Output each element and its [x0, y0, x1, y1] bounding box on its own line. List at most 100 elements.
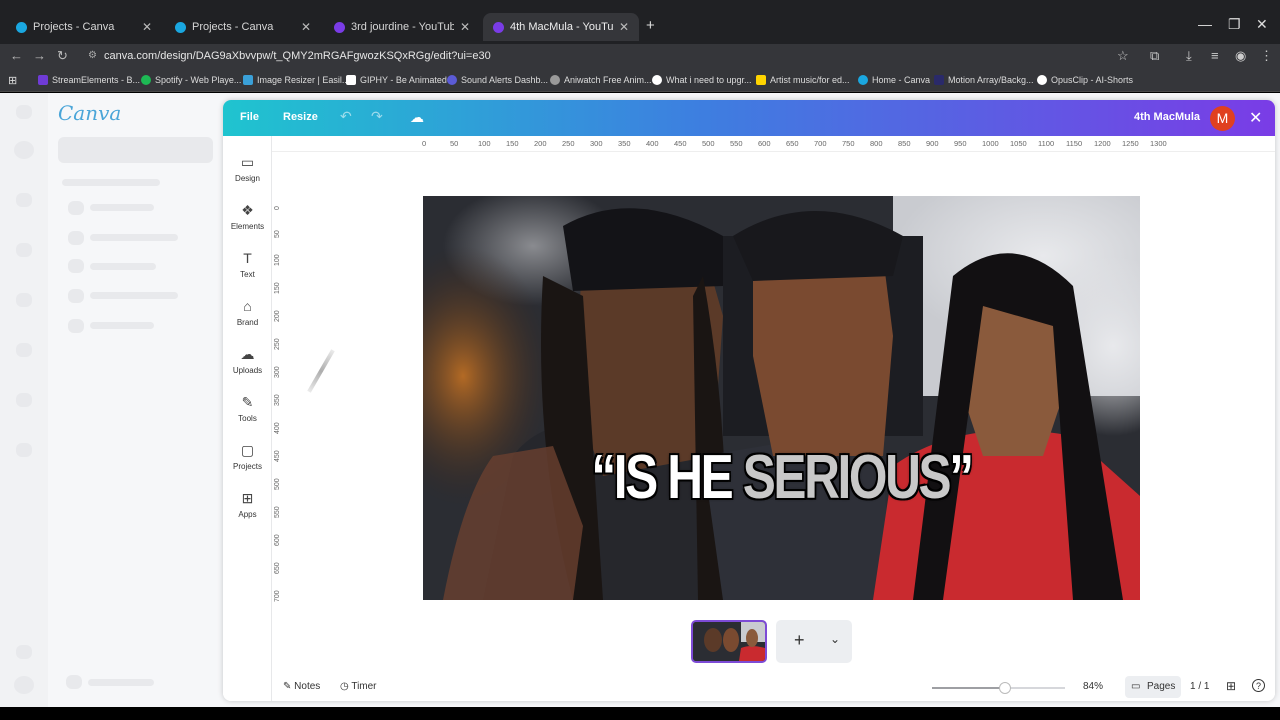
ruler-tick-label: 600 — [758, 139, 771, 148]
bookmark-aniwatch[interactable]: Aniwatch Free Anim... — [550, 73, 652, 87]
close-icon[interactable]: ✕ — [1249, 108, 1262, 128]
ruler-tick-label: 100 — [274, 254, 281, 266]
minimize-icon[interactable]: — — [1198, 16, 1212, 32]
ruler-tick-label: 650 — [274, 562, 281, 574]
tab-projects-1[interactable]: Projects - Canva ✕ — [6, 13, 162, 41]
bookmark-label: Spotify - Web Playe... — [155, 75, 242, 85]
help-icon[interactable]: ? — [1252, 679, 1265, 692]
ruler-tick-label: 300 — [590, 139, 603, 148]
bookmark-streamelements[interactable]: StreamElements - B... — [38, 73, 140, 87]
ruler-tick-label: 0 — [274, 206, 281, 210]
tab-projects-2[interactable]: Projects - Canva ✕ — [165, 13, 321, 41]
undo-icon[interactable]: ↶ — [340, 108, 352, 125]
maximize-icon[interactable]: ❐ — [1228, 16, 1241, 33]
tab-4th-macmula[interactable]: 4th MacMula - YouTube Thumb ✕ — [483, 13, 639, 41]
rail-item-design[interactable]: ▭ Design — [223, 154, 272, 183]
url-field[interactable]: ⚙ canva.com/design/DAG9aXbvvpw/t_QMY2mRG… — [84, 47, 1134, 65]
ruler-tick-label: 1000 — [982, 139, 999, 148]
apps-grid-icon[interactable]: ⊞ — [8, 73, 17, 87]
horizontal-ruler: 0 50 100 150 200 250 300 350 400 450 500 550 600 650 7… — [272, 136, 1275, 152]
design-title[interactable]: 4th MacMula — [1134, 111, 1200, 123]
resize-button[interactable]: Resize — [283, 111, 318, 123]
rail-item-projects[interactable]: ▢ Projects — [223, 442, 272, 471]
ruler-tick-label: 450 — [274, 450, 281, 462]
bookmark-favicon-icon — [447, 75, 457, 85]
bookmark-image-resizer[interactable]: Image Resizer | Easil... — [243, 73, 349, 87]
ruler-tick-label: 550 — [730, 139, 743, 148]
notes-icon: ✎ — [283, 681, 295, 692]
bookmark-favicon-icon — [346, 75, 356, 85]
file-menu-button[interactable]: File — [240, 111, 259, 123]
profile-icon[interactable]: ◉ — [1235, 48, 1246, 64]
forward-icon[interactable]: → — [33, 48, 46, 63]
bookmark-upgrade[interactable]: What i need to upgr... — [652, 73, 752, 87]
zoom-level[interactable]: 84% — [1083, 681, 1103, 692]
bookmark-favicon-icon — [141, 75, 151, 85]
loading-placeholder — [90, 204, 154, 211]
timer-button[interactable]: ◷ Timer — [340, 681, 377, 692]
bookmark-label: OpusClip - AI-Shorts — [1051, 75, 1134, 85]
notes-button[interactable]: ✎ Notes — [283, 681, 320, 692]
reload-icon[interactable]: ↻ — [57, 48, 68, 64]
rail-item-uploads[interactable]: ☁ Uploads — [223, 346, 272, 375]
rail-item-apps[interactable]: ⊞ Apps — [223, 490, 272, 519]
rail-item-elements[interactable]: ❖ Elements — [223, 202, 272, 231]
chevron-down-icon[interactable]: ⌄ — [830, 632, 840, 646]
redo-icon[interactable]: ↷ — [371, 108, 383, 125]
pages-button[interactable]: ▭ Pages — [1125, 676, 1181, 698]
ruler-tick-label: 650 — [786, 139, 799, 148]
bookmark-label: Sound Alerts Dashb... — [461, 75, 549, 85]
projects-icon: ▢ — [240, 442, 255, 458]
bookmark-sound-alerts[interactable]: Sound Alerts Dashb... — [447, 73, 548, 87]
timer-icon: ◷ — [340, 681, 352, 692]
download-icon[interactable]: ⤓ — [1186, 48, 1192, 64]
bookmark-star-icon[interactable]: ☆ — [1117, 48, 1129, 64]
add-page-button[interactable]: + ⌄ — [776, 620, 852, 663]
ruler-tick-label: 350 — [618, 139, 631, 148]
design-canvas[interactable]: “IS HE SERIOUS” — [423, 196, 1140, 600]
menu-icon[interactable]: ⋮ — [1260, 48, 1273, 64]
bookmark-giphy[interactable]: GIPHY - Be Animated — [346, 73, 447, 87]
add-icon[interactable]: + — [794, 630, 805, 651]
zoom-slider[interactable] — [932, 682, 1065, 694]
cloud-save-icon[interactable]: ☁ — [410, 109, 424, 126]
screen-cast-icon[interactable]: ⧉ — [1150, 48, 1159, 64]
thumbnail-headline[interactable]: “IS HE SERIOUS” — [495, 442, 1069, 513]
loading-placeholder — [58, 137, 213, 163]
rail-item-tools[interactable]: ✎ Tools — [223, 394, 272, 423]
loading-placeholder — [68, 201, 84, 215]
notes-label: Notes — [294, 681, 321, 692]
page-thumbnail[interactable] — [691, 620, 767, 663]
rail-item-text[interactable]: T Text — [223, 250, 272, 279]
back-icon[interactable]: ← — [10, 48, 23, 63]
pages-label: Pages — [1147, 681, 1176, 692]
rail-item-brand[interactable]: ⌂ Brand — [223, 298, 272, 327]
grid-view-icon[interactable]: ⊞ — [1226, 679, 1236, 693]
brush-stroke-element[interactable] — [307, 349, 335, 393]
tab-close-icon[interactable]: ✕ — [301, 20, 311, 34]
tab-3rd-jourdine[interactable]: 3rd jourdine - YouTube Thumb ✕ — [324, 13, 480, 41]
new-tab-button[interactable]: + — [646, 17, 655, 34]
heart-favicon-icon — [334, 21, 345, 33]
ruler-tick-label: 1300 — [1150, 139, 1167, 148]
brand-icon: ⌂ — [243, 298, 252, 314]
tab-close-icon[interactable]: ✕ — [460, 20, 470, 34]
canva-favicon-icon — [175, 21, 186, 33]
bookmark-opusclip[interactable]: OpusClip - AI-Shorts — [1037, 73, 1133, 87]
zoom-slider-handle[interactable] — [999, 682, 1012, 694]
ruler-tick-label: 800 — [870, 139, 883, 148]
bookmark-artist-music[interactable]: Artist music/for ed... — [756, 73, 850, 87]
bookmark-home-canva[interactable]: Home - Canva — [858, 73, 930, 87]
tab-close-icon[interactable]: ✕ — [142, 20, 152, 34]
editor-header: File Resize ↶ ↷ ☁ 4th MacMula M ✕ — [223, 100, 1275, 136]
ruler-tick-label: 300 — [274, 366, 281, 378]
rail-label: Projects — [233, 462, 262, 471]
ruler-tick-label: 250 — [562, 139, 575, 148]
bookmark-spotify[interactable]: Spotify - Web Playe... — [141, 73, 241, 87]
avatar[interactable]: M — [1210, 106, 1235, 131]
media-control-icon[interactable]: ≡ — [1211, 48, 1219, 63]
site-info-icon[interactable]: ⚙ — [88, 47, 97, 65]
close-window-icon[interactable]: ✕ — [1256, 16, 1268, 33]
bookmark-motion-array[interactable]: Motion Array/Backg... — [934, 73, 1034, 87]
tab-close-icon[interactable]: ✕ — [619, 20, 629, 34]
